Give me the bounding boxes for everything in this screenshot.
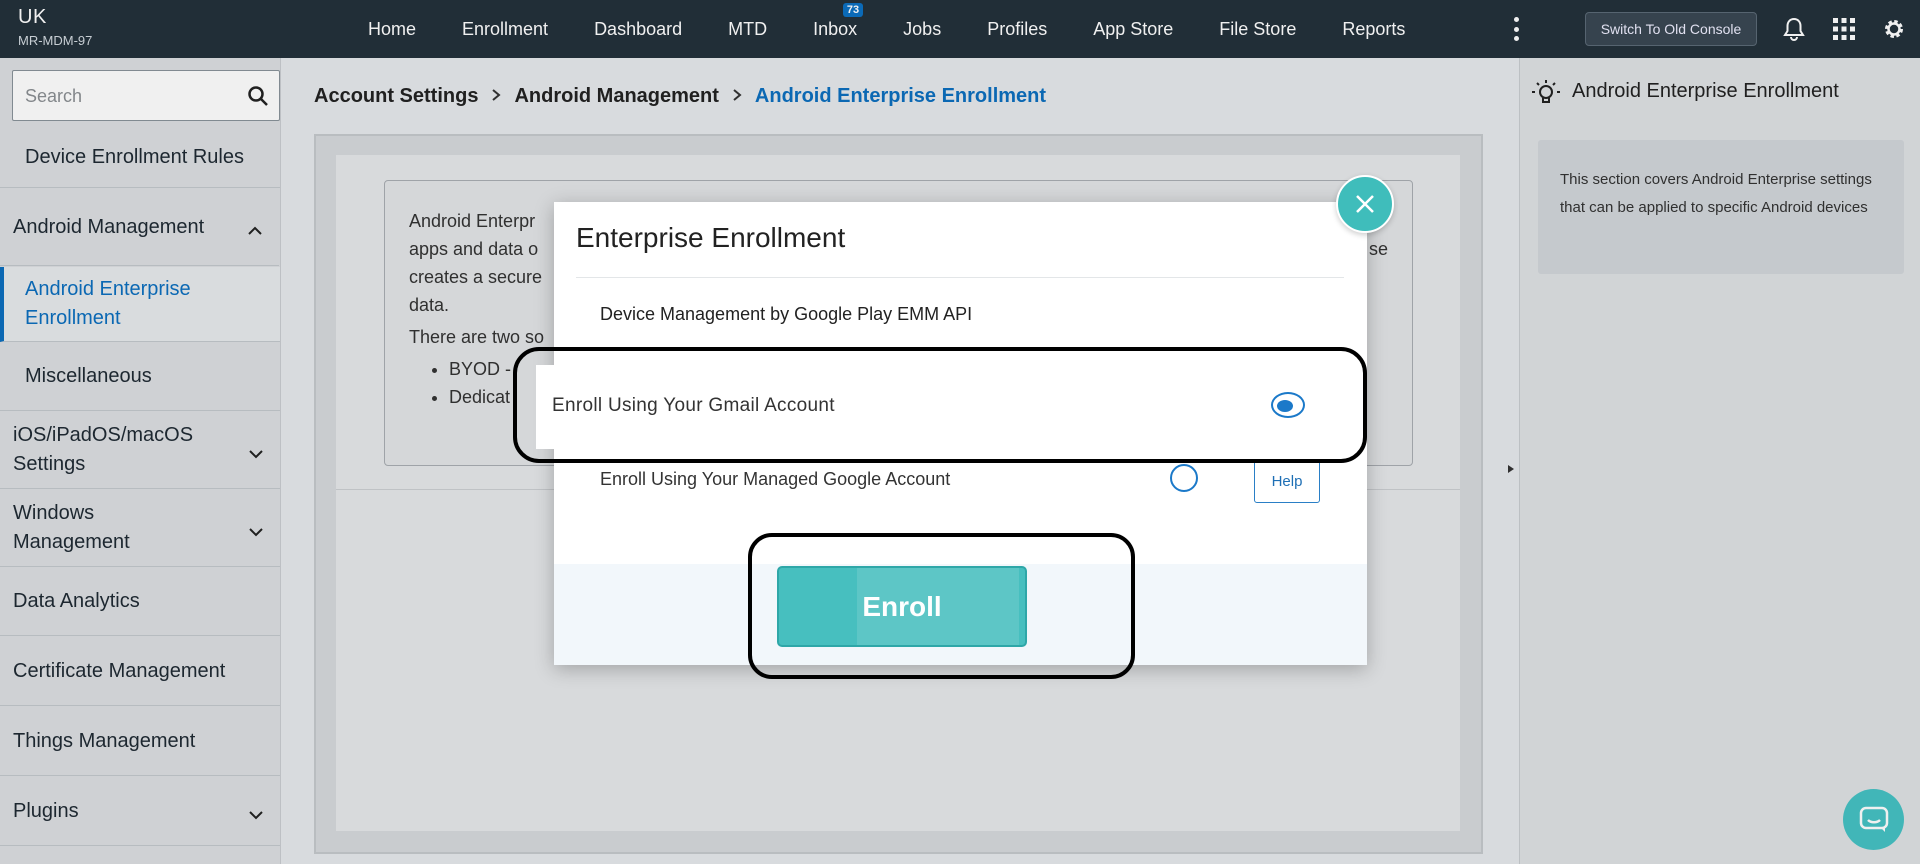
enroll-button[interactable]: Enroll [777,566,1027,647]
option-gmail-account[interactable]: Enroll Using Your Gmail Account [536,365,1356,449]
close-icon[interactable] [1336,175,1394,233]
radio-managed-google-account[interactable] [1170,464,1198,492]
help-button[interactable]: Help [1254,460,1320,503]
modal-divider [576,277,1344,278]
radio-gmail-account[interactable] [1271,392,1305,418]
enroll-button-label: Enroll [862,590,942,622]
option-label: Enroll Using Your Gmail Account [552,395,835,416]
option-label: Enroll Using Your Managed Google Account [600,469,951,489]
modal-title: Enterprise Enrollment [576,222,846,253]
modal-subtitle: Device Management by Google Play EMM API [600,304,973,324]
